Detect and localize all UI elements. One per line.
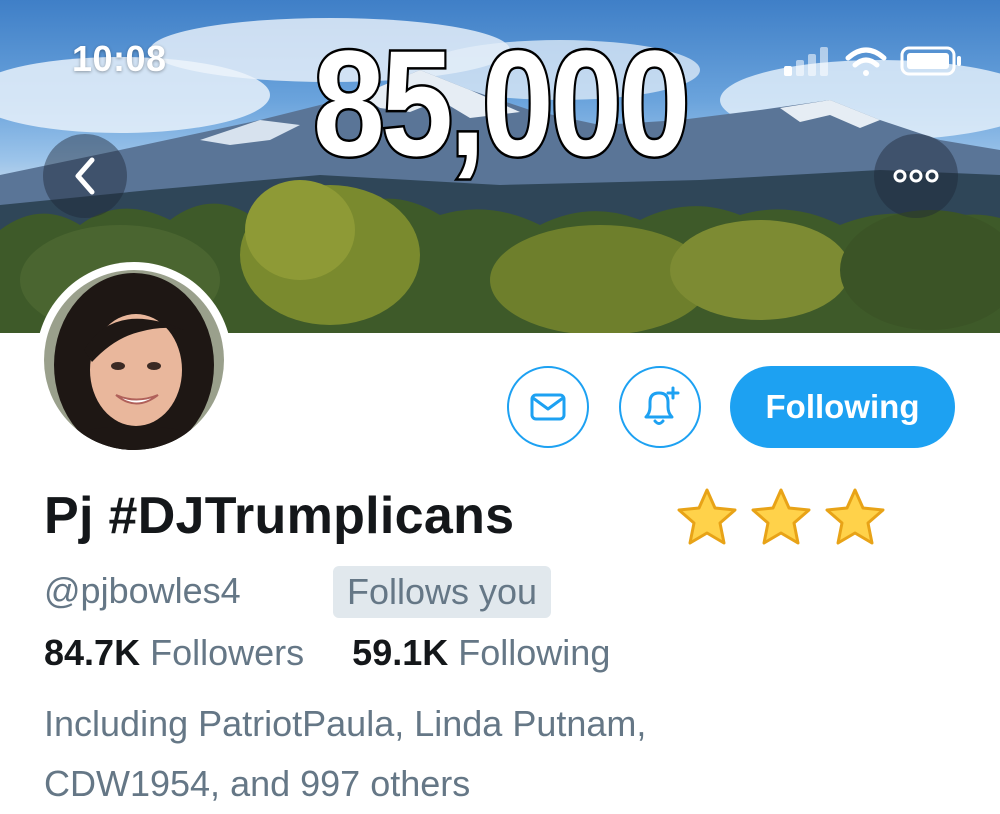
overlay-follower-milestone: 85,000 xyxy=(311,19,693,187)
following-count: 59.1K xyxy=(352,632,449,673)
user-handle: @pjbowles4 xyxy=(44,570,241,611)
chevron-left-icon xyxy=(75,157,95,195)
more-dots-icon xyxy=(893,169,939,183)
following-label: Following xyxy=(458,632,611,673)
star-icon xyxy=(677,488,737,545)
avatar-photo xyxy=(44,270,224,450)
followers-label: Followers xyxy=(150,632,305,673)
following-link[interactable]: 59.1K Following xyxy=(352,632,610,673)
display-name: Pj #DJTrumplicans xyxy=(44,487,515,545)
name-emoji xyxy=(676,487,886,547)
message-button[interactable] xyxy=(507,366,589,448)
follow-stats: 84.7K Followers 59.1K Following xyxy=(44,632,610,674)
follows-you-badge: Follows you xyxy=(333,566,552,618)
notifications-button[interactable] xyxy=(619,366,701,448)
more-options-button[interactable] xyxy=(874,134,958,218)
following-button[interactable]: Following xyxy=(730,366,955,448)
envelope-icon xyxy=(530,393,566,421)
star-icon xyxy=(751,488,811,545)
profile-avatar[interactable] xyxy=(36,262,232,458)
star-icon xyxy=(825,488,885,545)
known-followers-text[interactable]: Including PatriotPaula, Linda Putnam, CD… xyxy=(44,694,804,814)
bell-plus-icon xyxy=(644,386,680,425)
back-button[interactable] xyxy=(43,134,127,218)
followers-link[interactable]: 84.7K Followers xyxy=(44,632,314,673)
followers-count: 84.7K xyxy=(44,632,141,673)
